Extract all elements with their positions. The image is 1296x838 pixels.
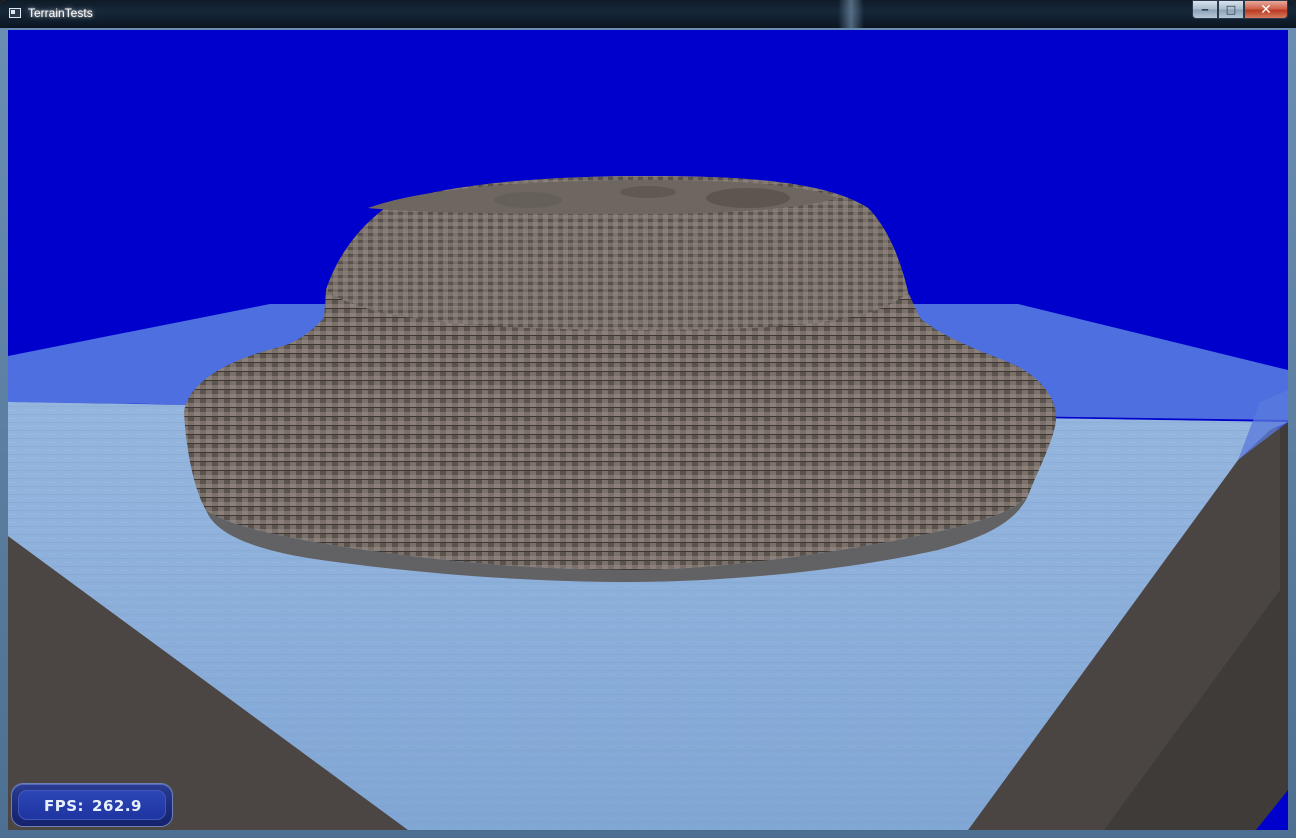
minimize-button[interactable]: ‒: [1192, 0, 1218, 19]
plateau-crater-3: [620, 186, 676, 198]
close-icon: ✕: [1260, 1, 1272, 18]
maximize-button[interactable]: □: [1218, 0, 1244, 19]
app-window-icon[interactable]: [9, 8, 21, 18]
fps-readout: FPS: 262.9: [12, 784, 174, 828]
close-button[interactable]: ✕: [1244, 0, 1288, 19]
plateau-crater-2: [494, 192, 562, 208]
plateau-crater-1: [706, 188, 790, 208]
fps-counter: FPS: 262.9: [11, 783, 173, 827]
minimize-icon: ‒: [1201, 3, 1209, 16]
window-title: TerrainTests: [28, 6, 93, 20]
caption-buttons: ‒ □ ✕: [1192, 0, 1288, 20]
fps-label: FPS:: [44, 797, 85, 815]
fps-value: 262.9: [92, 797, 142, 815]
terrain-scene: [8, 30, 1288, 830]
title-bar[interactable]: TerrainTests ‒ □ ✕: [0, 0, 1296, 28]
title-bar-glow: [838, 0, 864, 28]
background-code-strip: [120, 2, 1180, 28]
maximize-icon: □: [1225, 3, 1237, 16]
render-viewport[interactable]: FPS: 262.9: [8, 30, 1288, 830]
app-window: TerrainTests ‒ □ ✕ FPS: 262.9: [0, 0, 1296, 838]
